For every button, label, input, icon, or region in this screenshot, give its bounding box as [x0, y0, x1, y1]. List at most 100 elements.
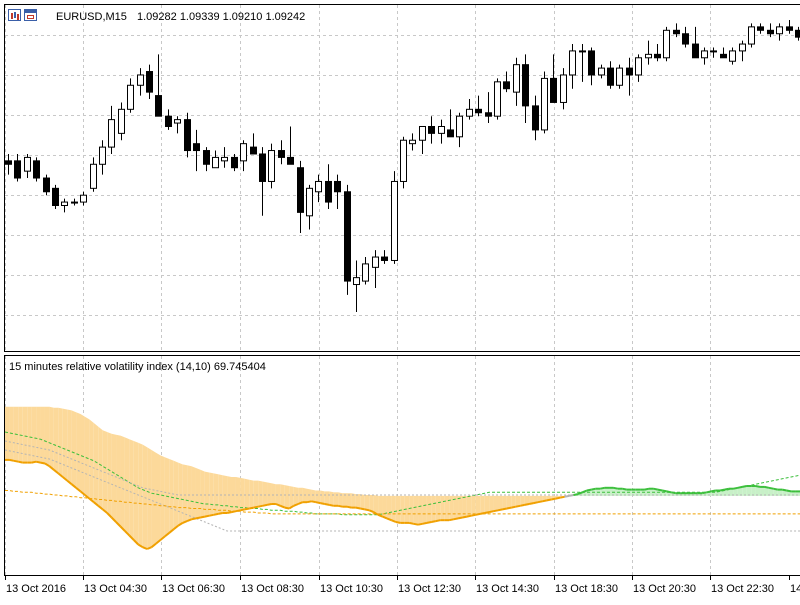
rvi-line-segment	[14, 461, 18, 462]
rvi-line-segment	[707, 491, 711, 492]
rvi-fill-segment	[63, 409, 67, 481]
candle-body	[664, 30, 670, 57]
rvi-fill-segment	[480, 496, 484, 514]
candle-body	[251, 147, 257, 154]
rvi-line-segment	[498, 509, 502, 510]
rvi-line-segment	[311, 501, 315, 502]
ohlc-readout: 1.09282 1.09339 1.09210 1.09242	[137, 11, 305, 23]
candle-body	[580, 51, 586, 52]
rvi-line-segment	[565, 496, 569, 497]
rvi-line-segment	[494, 510, 498, 511]
rvi-line-segment	[227, 512, 231, 513]
candle-body	[109, 120, 115, 147]
time-tick-label: 13 Oct 20:30	[633, 583, 696, 595]
rvi-line-segment	[671, 492, 675, 493]
candle-body	[711, 51, 717, 52]
rvi-line-segment	[196, 518, 200, 519]
rvi-line-segment	[507, 508, 511, 509]
header-icons	[8, 9, 37, 22]
rvi-fill-segment	[414, 496, 418, 525]
rvi-line-segment	[645, 489, 649, 490]
candle-body	[185, 120, 191, 151]
rvi-fill-segment	[431, 496, 435, 522]
candle-body	[439, 126, 445, 133]
candle-body	[279, 151, 285, 158]
rvi-fill-segment	[129, 439, 133, 540]
rvi-fill-segment	[747, 486, 751, 496]
rvi-line-segment	[263, 505, 267, 506]
candle-body	[542, 78, 548, 130]
candle-body	[119, 109, 125, 133]
chart-canvas[interactable]: 15 minutes relative volatility index (14…	[0, 0, 800, 600]
rvi-line-segment	[551, 499, 555, 500]
rvi-line-segment	[782, 490, 786, 491]
rvi-fill-segment	[240, 478, 244, 510]
time-tick-label: 13 Oct 18:30	[555, 583, 618, 595]
candle-body	[636, 58, 642, 75]
rvi-fill-segment	[200, 470, 204, 518]
rvi-fill-segment	[285, 485, 289, 508]
rvi-fill-segment	[147, 447, 151, 549]
candle-body	[420, 126, 426, 140]
candle-body	[6, 161, 12, 164]
time-tick-label: 13 Oct 06:30	[162, 583, 225, 595]
candle-body	[410, 140, 416, 143]
rvi-line-segment	[542, 500, 546, 501]
rvi-fill-segment	[125, 437, 129, 535]
rvi-fill-segment	[36, 407, 40, 463]
rvi-line-segment	[502, 509, 506, 510]
chart-window: 15 minutes relative volatility index (14…	[0, 0, 800, 600]
rvi-fill-segment	[263, 482, 267, 506]
rvi-line-segment	[454, 518, 458, 519]
rvi-line-segment	[733, 488, 737, 489]
candle-body	[241, 144, 247, 161]
time-tick-label: 13 Oct 10:30	[320, 583, 383, 595]
window-icon[interactable]	[24, 9, 37, 21]
candle-body	[392, 181, 398, 260]
time-tick-label: 13 Oct 14:30	[476, 583, 539, 595]
rvi-fill-segment	[751, 486, 755, 496]
rvi-line-segment	[556, 498, 560, 499]
candle-body	[260, 154, 266, 181]
rvi-fill-segment	[98, 427, 102, 510]
rvi-fill-segment	[58, 408, 62, 477]
rvi-line-segment	[36, 462, 40, 463]
rvi-fill-segment	[249, 480, 253, 509]
rvi-fill-segment	[329, 491, 333, 505]
rvi-line-segment	[529, 503, 533, 504]
rvi-line-segment	[658, 490, 662, 491]
candle-body	[147, 72, 153, 93]
rvi-line-segment	[773, 489, 777, 490]
candle-body	[740, 44, 746, 51]
candle-body	[523, 65, 529, 106]
rvi-line-segment	[756, 486, 760, 487]
rvi-line-segment	[476, 514, 480, 515]
time-tick-label: 13 Oct 08:30	[241, 583, 304, 595]
time-tick-label: 13 Oct 2016	[6, 583, 66, 595]
rvi-line-segment	[467, 516, 471, 517]
candle-body	[514, 65, 520, 92]
candle-body	[81, 195, 87, 202]
candle-body	[269, 151, 275, 182]
candle-body	[730, 51, 736, 61]
symbol-label: EURUSD,M15	[56, 11, 127, 23]
rvi-line-segment	[667, 491, 671, 492]
candle-body	[100, 147, 106, 164]
rvi-line-segment	[480, 513, 484, 514]
rvi-line-segment	[232, 511, 236, 512]
chart-bars-icon[interactable]	[8, 9, 21, 21]
candle-body	[166, 116, 172, 126]
rvi-line-segment	[622, 489, 626, 490]
rvi-line-segment	[764, 487, 768, 488]
candle-body	[401, 140, 407, 181]
rvi-line-segment	[365, 509, 369, 510]
rvi-fill-segment	[316, 491, 320, 504]
candle-body	[768, 30, 774, 33]
candle-body	[53, 188, 59, 205]
candle-body	[232, 157, 238, 167]
candle-body	[787, 27, 793, 30]
rvi-fill-segment	[338, 492, 342, 506]
rvi-fill-segment	[476, 496, 480, 515]
candle-body	[382, 257, 388, 260]
indicator-label: 15 minutes relative volatility index (14…	[9, 361, 266, 373]
